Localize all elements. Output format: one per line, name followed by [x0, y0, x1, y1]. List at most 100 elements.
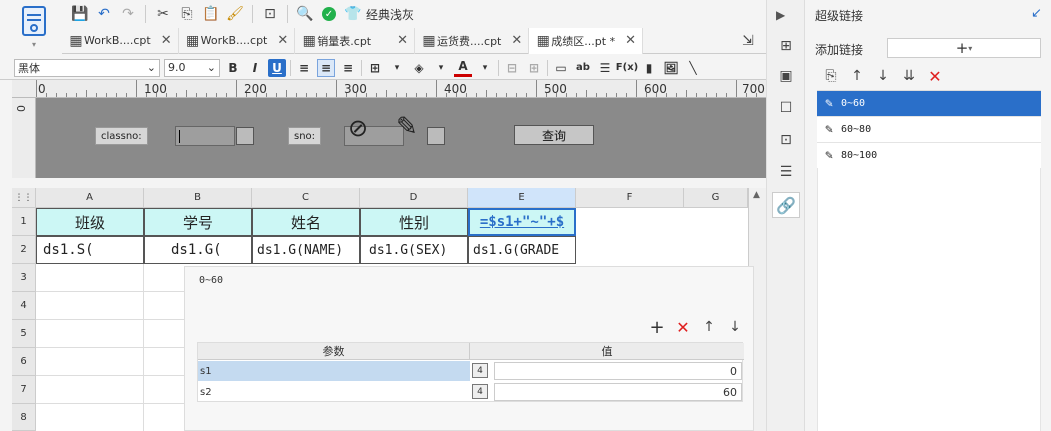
insert-row-icon[interactable]: ▭: [552, 59, 570, 77]
copy-icon[interactable]: ⎘: [821, 66, 841, 86]
value-input-s1[interactable]: 0: [494, 362, 742, 380]
align-center-icon[interactable]: ≡: [317, 58, 335, 77]
preview-icon[interactable]: ⊡: [260, 4, 280, 24]
param-row-s1[interactable]: s1: [198, 361, 470, 381]
theme-button[interactable]: 👕 经典浅灰: [343, 4, 414, 24]
tab-menu-button[interactable]: ⇲: [730, 31, 766, 51]
type-badge[interactable]: 4: [472, 384, 488, 399]
param-row-s2[interactable]: s2: [198, 382, 470, 402]
fill-color-icon[interactable]: ◈: [410, 59, 428, 77]
tab-workbook-2[interactable]: ▦ WorkB....cpt ✕: [179, 27, 296, 54]
calendar-icon[interactable]: [236, 127, 254, 145]
cell-d2[interactable]: ds1.G(SEX): [360, 236, 468, 264]
search-doc-icon[interactable]: 🔍: [295, 4, 315, 24]
sort-icon[interactable]: ⇊: [899, 66, 919, 86]
column-header[interactable]: A: [36, 188, 144, 208]
cell-a2[interactable]: ds1.S(: [36, 236, 144, 264]
add-link-dropdown[interactable]: + ▾: [887, 38, 1041, 58]
italic-button[interactable]: I: [246, 59, 264, 77]
list-icon[interactable]: ☰: [596, 59, 614, 77]
calendar-icon[interactable]: [427, 127, 445, 145]
delete-icon[interactable]: ✕: [673, 317, 693, 337]
eye-hidden-icon[interactable]: ⊘: [348, 114, 368, 142]
cell-b2[interactable]: ds1.G(: [144, 236, 252, 264]
row-header[interactable]: 5: [12, 320, 36, 348]
link-item-80-100[interactable]: ✎ 80~100: [817, 143, 1041, 169]
move-up-icon[interactable]: ↑: [699, 317, 719, 337]
widget-icon[interactable]: ☐: [776, 98, 796, 118]
chevron-down-icon[interactable]: ▾: [388, 59, 406, 77]
format-painter-icon[interactable]: 🖌: [225, 4, 245, 24]
dropdown-widget-icon[interactable]: ⊡: [776, 130, 796, 150]
align-right-icon[interactable]: ≡: [339, 59, 357, 77]
formula-icon[interactable]: F(x): [616, 59, 638, 77]
close-icon[interactable]: ✕: [277, 33, 288, 48]
cell-c2[interactable]: ds1.G(NAME): [252, 236, 360, 264]
app-logo-icon[interactable]: [22, 6, 46, 36]
close-icon[interactable]: ✕: [397, 33, 408, 48]
font-size-select[interactable]: 9.0 ⌄: [164, 58, 220, 77]
split-cells-icon[interactable]: ⊞: [525, 59, 543, 77]
cell-a1[interactable]: 班级: [36, 208, 144, 236]
row-header[interactable]: 6: [12, 348, 36, 376]
pencil-icon[interactable]: ✎: [396, 112, 418, 142]
select-all-corner[interactable]: ⋮⋮: [12, 188, 36, 208]
bold-button[interactable]: B: [224, 59, 242, 77]
column-header[interactable]: F: [576, 188, 684, 208]
collapse-arrow-icon[interactable]: ↙: [1031, 6, 1042, 21]
delete-icon[interactable]: ✕: [925, 66, 945, 86]
text-icon[interactable]: ab: [574, 59, 592, 77]
row-header[interactable]: 3: [12, 264, 36, 292]
expand-icon[interactable]: ▶: [776, 8, 785, 22]
row-header[interactable]: 7: [12, 376, 36, 404]
column-header[interactable]: G: [684, 188, 748, 208]
merge-cells-icon[interactable]: ⊟: [503, 59, 521, 77]
condition-icon[interactable]: ☰: [776, 162, 796, 182]
cell-e2[interactable]: ds1.G(GRADE: [468, 236, 576, 264]
link-item-60-80[interactable]: ✎ 60~80: [817, 117, 1041, 143]
undo-icon[interactable]: ↶: [94, 4, 114, 24]
font-color-icon[interactable]: A: [454, 59, 472, 77]
logo-dropdown-icon[interactable]: ▾: [32, 40, 36, 49]
row-header[interactable]: 2: [12, 236, 36, 264]
align-left-icon[interactable]: ≡: [295, 59, 313, 77]
add-icon[interactable]: +: [647, 317, 667, 338]
move-down-icon[interactable]: ↓: [873, 66, 893, 86]
chevron-down-icon[interactable]: ▾: [476, 59, 494, 77]
cell-e1-selected[interactable]: =$s1+"~"+$: [468, 208, 576, 236]
scroll-up-icon[interactable]: ▲: [753, 190, 760, 200]
column-header[interactable]: B: [144, 188, 252, 208]
tab-sales[interactable]: ▦ 销量表.cpt ✕: [295, 27, 416, 54]
classno-input[interactable]: [175, 126, 235, 146]
underline-button[interactable]: U: [268, 58, 286, 77]
font-name-select[interactable]: 黑体 ⌄: [14, 58, 160, 77]
type-badge[interactable]: 4: [472, 363, 488, 378]
tab-workbook-1[interactable]: ▦ WorkB....cpt ✕: [62, 27, 179, 54]
hyperlink-icon[interactable]: 🔗: [772, 192, 800, 218]
column-header[interactable]: E: [468, 188, 576, 208]
tab-grades[interactable]: ▦ 成绩区...pt * ✕: [529, 27, 643, 54]
check-icon[interactable]: ✓: [319, 4, 339, 24]
row-header[interactable]: 4: [12, 292, 36, 320]
move-down-icon[interactable]: ↓: [725, 317, 745, 337]
redo-icon[interactable]: ↷: [118, 4, 138, 24]
border-icon[interactable]: ⊞: [366, 59, 384, 77]
close-icon[interactable]: ✕: [511, 33, 522, 48]
column-header[interactable]: C: [252, 188, 360, 208]
row-header[interactable]: 1: [12, 208, 36, 236]
link-item-0-60[interactable]: ✎ 0~60: [817, 91, 1041, 117]
cut-icon[interactable]: ✂: [153, 4, 173, 24]
cell-c1[interactable]: 姓名: [252, 208, 360, 236]
close-icon[interactable]: ✕: [161, 33, 172, 48]
move-up-icon[interactable]: ↑: [847, 66, 867, 86]
query-button[interactable]: 查询: [514, 125, 594, 145]
close-icon[interactable]: ✕: [625, 33, 636, 48]
save-icon[interactable]: 💾: [70, 4, 90, 24]
tab-freight[interactable]: ▦ 运货费....cpt ✕: [415, 27, 530, 54]
copy-icon[interactable]: ⎘: [177, 4, 197, 24]
image-icon[interactable]: 🖼: [662, 59, 680, 77]
cell-b1[interactable]: 学号: [144, 208, 252, 236]
column-header[interactable]: D: [360, 188, 468, 208]
cell-d1[interactable]: 性别: [360, 208, 468, 236]
cell-element-icon[interactable]: ▣: [776, 66, 796, 86]
